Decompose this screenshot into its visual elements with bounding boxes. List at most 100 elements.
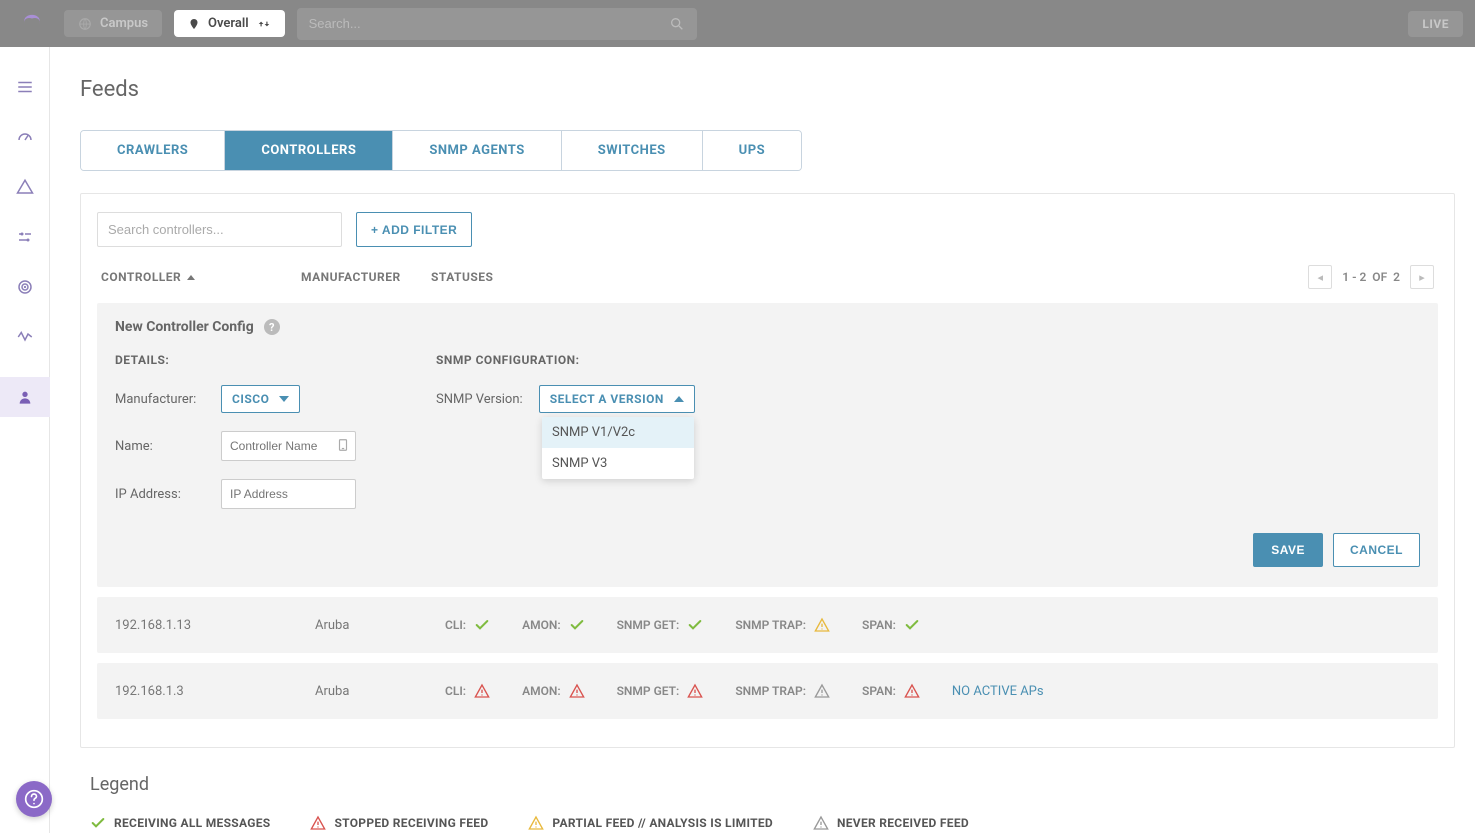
table-header: CONTROLLER MANUFACTURER STATUSES ◂ 1 - 2…: [97, 265, 1438, 303]
snmp-version-dropdown[interactable]: SELECT A VERSION: [539, 385, 695, 413]
status-label: SNMP TRAP:: [735, 618, 806, 632]
controller-ip: 192.168.1.13: [115, 618, 315, 633]
save-button[interactable]: SAVE: [1253, 533, 1323, 567]
check-icon: [687, 617, 703, 633]
question-icon: [24, 789, 44, 809]
status-label: CLI:: [445, 618, 466, 632]
overall-selector[interactable]: Overall: [174, 10, 285, 37]
gauge-icon: [16, 128, 34, 146]
panel: + ADD FILTER CONTROLLER MANUFACTURER STA…: [80, 193, 1455, 748]
no-active-aps: NO ACTIVE APs: [952, 684, 1044, 699]
status-item: AMON:: [522, 617, 585, 633]
sidebar-item-admin[interactable]: [0, 377, 50, 417]
snmp-option[interactable]: SNMP V1/V2c: [542, 417, 694, 448]
search-icon: [669, 16, 685, 32]
status-item: SPAN:: [862, 617, 920, 633]
tab-switches[interactable]: SWITCHES: [562, 131, 703, 170]
person-icon: [17, 389, 33, 405]
sidebar-item-gauge[interactable]: [15, 127, 35, 147]
tab-snmp-agents[interactable]: SNMP AGENTS: [393, 131, 561, 170]
controller-statuses: CLI: AMON: SNMP GET: SNMP TRAP: SPAN:: [445, 617, 1420, 633]
device-icon: [336, 438, 350, 452]
legend: RECEIVING ALL MESSAGES STOPPED RECEIVING …: [80, 815, 1455, 831]
legend-item: STOPPED RECEIVING FEED: [310, 815, 488, 831]
sliders-icon: [16, 228, 34, 246]
name-label: Name:: [115, 439, 205, 454]
sort-asc-icon: [187, 275, 195, 280]
overall-label: Overall: [208, 16, 249, 31]
controller-row[interactable]: 192.168.1.3ArubaCLI:AMON:SNMP GET:SNMP T…: [97, 663, 1438, 719]
col-statuses[interactable]: STATUSES: [431, 270, 1308, 284]
global-search-input[interactable]: [309, 16, 669, 31]
chevron-down-icon: [279, 396, 289, 402]
tab-controllers[interactable]: CONTROLLERS: [225, 131, 393, 170]
status-item: SNMP GET:: [617, 683, 704, 699]
snmp-column: SNMP CONFIGURATION: SNMP Version: SELECT…: [436, 353, 695, 509]
activity-icon: [16, 328, 34, 346]
ip-label: IP Address:: [115, 487, 205, 502]
help-fab[interactable]: [16, 781, 52, 817]
cancel-button[interactable]: CANCEL: [1333, 533, 1420, 567]
status-label: SNMP GET:: [617, 684, 680, 698]
warning-icon: [814, 617, 830, 633]
legend-item: NEVER RECEIVED FEED: [813, 815, 969, 831]
feed-tabs: CRAWLERSCONTROLLERSSNMP AGENTSSWITCHESUP…: [80, 130, 802, 171]
manufacturer-dropdown[interactable]: CISCO: [221, 385, 300, 413]
status-item: CLI:: [445, 683, 490, 699]
sidebar-item-alerts[interactable]: [15, 177, 35, 197]
status-label: SNMP TRAP:: [735, 684, 806, 698]
help-icon[interactable]: ?: [264, 319, 280, 335]
app-logo[interactable]: [12, 13, 52, 35]
warning-icon: [569, 683, 585, 699]
ip-address-input[interactable]: [221, 479, 356, 509]
global-search[interactable]: [297, 8, 697, 40]
search-controllers-input[interactable]: [97, 212, 342, 247]
page-title: Feeds: [80, 77, 1455, 102]
status-item: SPAN:: [862, 683, 920, 699]
warning-icon: [16, 178, 34, 196]
sidebar-item-settings[interactable]: [15, 227, 35, 247]
add-filter-button[interactable]: + ADD FILTER: [356, 212, 472, 247]
topbar: Campus Overall LIVE: [0, 0, 1475, 47]
status-label: SPAN:: [862, 618, 896, 632]
page-prev-button[interactable]: ◂: [1308, 265, 1332, 289]
status-item: SNMP TRAP:: [735, 683, 830, 699]
chevron-up-icon: [674, 396, 684, 402]
controller-statuses: CLI:AMON:SNMP GET:SNMP TRAP:SPAN:NO ACTI…: [445, 683, 1420, 699]
warning-icon: [474, 683, 490, 699]
sidebar-item-radar[interactable]: [15, 277, 35, 297]
campus-label: Campus: [100, 16, 148, 31]
page-text: 1 - 2 OF 2: [1342, 270, 1400, 284]
status-label: CLI:: [445, 684, 466, 698]
main-content: Feeds CRAWLERSCONTROLLERSSNMP AGENTSSWIT…: [50, 47, 1475, 833]
controller-ip: 192.168.1.3: [115, 684, 315, 699]
warning-icon: [814, 683, 830, 699]
legend-title: Legend: [90, 774, 1455, 795]
legend-item: RECEIVING ALL MESSAGES: [90, 815, 270, 831]
warning-icon: [528, 815, 544, 831]
snmp-version-menu: SNMP V1/V2cSNMP V3: [542, 417, 694, 479]
sidebar-item-menu[interactable]: [15, 77, 35, 97]
col-manufacturer[interactable]: MANUFACTURER: [301, 270, 431, 284]
campus-selector[interactable]: Campus: [64, 10, 162, 37]
check-icon: [904, 617, 920, 633]
tab-ups[interactable]: UPS: [703, 131, 801, 170]
legend-label: NEVER RECEIVED FEED: [837, 816, 969, 830]
status-label: AMON:: [522, 618, 561, 632]
pagination: ◂ 1 - 2 OF 2 ▸: [1308, 265, 1434, 289]
controller-row[interactable]: 192.168.1.13ArubaCLI:AMON:SNMP GET:SNMP …: [97, 597, 1438, 653]
sidebar-item-activity[interactable]: [15, 327, 35, 347]
live-badge[interactable]: LIVE: [1408, 11, 1463, 37]
swap-icon: [257, 17, 271, 31]
page-next-button[interactable]: ▸: [1410, 265, 1434, 289]
snmp-config-label: SNMP CONFIGURATION:: [436, 353, 695, 367]
tab-crawlers[interactable]: CRAWLERS: [81, 131, 225, 170]
logo-icon: [21, 13, 43, 35]
controller-manufacturer: Aruba: [315, 684, 445, 699]
col-controller[interactable]: CONTROLLER: [101, 270, 301, 284]
status-label: SPAN:: [862, 684, 896, 698]
warning-icon: [813, 815, 829, 831]
status-item: SNMP GET:: [617, 617, 704, 633]
snmp-option[interactable]: SNMP V3: [542, 448, 694, 479]
legend-item: PARTIAL FEED // ANALYSIS IS LIMITED: [528, 815, 773, 831]
